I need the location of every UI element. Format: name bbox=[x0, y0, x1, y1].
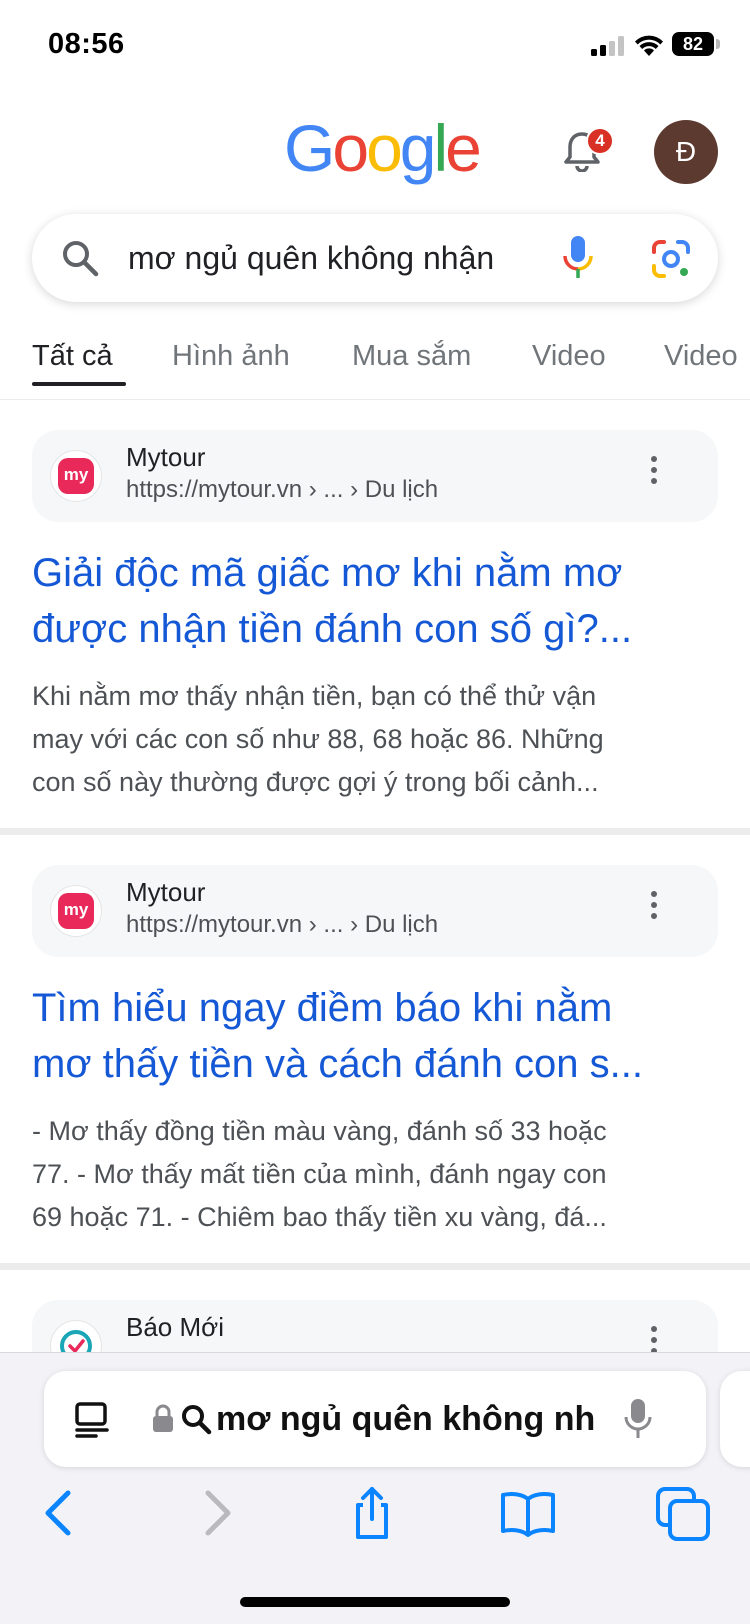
search-icon bbox=[63, 241, 99, 277]
tab-video-2[interactable]: Video bbox=[664, 340, 738, 373]
result-title-line[interactable]: mơ thấy tiền và cách đánh con s... bbox=[32, 1036, 722, 1092]
result-source[interactable]: my Mytour https://mytour.vn › ... › Du l… bbox=[32, 865, 718, 957]
voice-search-icon[interactable] bbox=[560, 234, 596, 282]
lock-icon bbox=[153, 1404, 173, 1432]
logo-letter: o bbox=[332, 111, 369, 185]
result-source[interactable]: my Mytour https://mytour.vn › ... › Du l… bbox=[32, 430, 718, 522]
snippet-line: con số này thường được gợi ý trong bối c… bbox=[32, 767, 599, 797]
more-options-icon[interactable] bbox=[648, 891, 660, 931]
more-options-icon[interactable] bbox=[648, 456, 660, 496]
logo-letter: e bbox=[445, 111, 482, 185]
site-name: Mytour bbox=[126, 877, 206, 907]
result-title-line[interactable]: Giải độc mã giấc mơ khi nằm mơ bbox=[32, 545, 722, 601]
result-divider bbox=[0, 1263, 750, 1270]
logo-letter: o bbox=[366, 111, 403, 185]
mytour-logo: my bbox=[58, 458, 94, 494]
back-icon[interactable] bbox=[30, 1485, 90, 1541]
tab-all[interactable]: Tất cả bbox=[32, 340, 113, 373]
result-snippet: Khi nằm mơ thấy nhận tiền, bạn có thể th… bbox=[32, 675, 722, 804]
tab-video[interactable]: Video bbox=[532, 340, 606, 373]
site-name: Báo Mới bbox=[126, 1312, 224, 1342]
forward-icon[interactable] bbox=[186, 1485, 246, 1541]
snippet-line: - Mơ thấy đồng tiền màu vàng, đánh số 33… bbox=[32, 1116, 607, 1146]
google-lens-icon[interactable] bbox=[650, 238, 692, 280]
microphone-icon[interactable] bbox=[622, 1397, 654, 1441]
notification-badge: 4 bbox=[586, 127, 614, 155]
snippet-line: 69 hoặc 71. - Chiêm bao thấy tiền xu vàn… bbox=[32, 1202, 607, 1232]
battery-cap bbox=[716, 39, 720, 49]
page-menu-icon[interactable] bbox=[74, 1401, 110, 1439]
wifi-icon bbox=[635, 35, 663, 56]
battery-indicator: 82 bbox=[672, 32, 714, 56]
result-title-line[interactable]: được nhận tiền đánh con số gì?... bbox=[32, 601, 722, 657]
share-icon[interactable] bbox=[342, 1485, 402, 1541]
result-divider bbox=[0, 828, 750, 835]
search-input[interactable]: mơ ngủ quên không nhận bbox=[128, 238, 558, 278]
logo-letter: g bbox=[399, 111, 437, 185]
tab-images[interactable]: Hình ảnh bbox=[172, 340, 290, 373]
search-icon bbox=[182, 1405, 212, 1435]
google-logo[interactable]: Google bbox=[284, 110, 482, 186]
site-url: https://mytour.vn › ... › Du lịch bbox=[126, 911, 439, 938]
tabs-icon[interactable] bbox=[654, 1485, 714, 1541]
logo-letter: l bbox=[433, 111, 449, 185]
logo-letter: G bbox=[284, 111, 335, 185]
mytour-logo: my bbox=[58, 893, 94, 929]
site-favicon: my bbox=[50, 885, 102, 937]
status-time: 08:56 bbox=[48, 28, 125, 60]
result-title-line[interactable]: Tìm hiểu ngay điềm báo khi nằm bbox=[32, 980, 722, 1036]
result-title[interactable]: Giải độc mã giấc mơ khi nằm mơ được nhận… bbox=[32, 545, 722, 657]
site-url: https://mytour.vn › ... › Du lịch bbox=[126, 476, 439, 503]
snippet-line: 77. - Mơ thấy mất tiền của mình, đánh ng… bbox=[32, 1159, 607, 1189]
next-tab-preview[interactable] bbox=[720, 1371, 750, 1467]
tab-shopping[interactable]: Mua sắm bbox=[352, 340, 471, 373]
status-bar: 08:56 82 bbox=[0, 0, 750, 90]
snippet-line: may với các con số như 88, 68 hoặc 86. N… bbox=[32, 724, 604, 754]
site-favicon: my bbox=[50, 450, 102, 502]
address-bar[interactable]: mơ ngủ quên không nh bbox=[44, 1371, 706, 1467]
result-title[interactable]: Tìm hiểu ngay điềm báo khi nằm mơ thấy t… bbox=[32, 980, 722, 1092]
account-avatar[interactable]: Đ bbox=[654, 120, 718, 184]
active-tab-indicator bbox=[32, 382, 126, 386]
search-tabs: Tất cả Hình ảnh Mua sắm Video Video bbox=[0, 328, 750, 400]
result-snippet: - Mơ thấy đồng tiền màu vàng, đánh số 33… bbox=[32, 1110, 722, 1239]
snippet-line: Khi nằm mơ thấy nhận tiền, bạn có thể th… bbox=[32, 681, 597, 711]
home-indicator bbox=[240, 1597, 510, 1607]
address-text[interactable]: mơ ngủ quên không nh bbox=[216, 1397, 616, 1441]
bookmarks-icon[interactable] bbox=[498, 1485, 558, 1541]
cellular-signal-icon bbox=[591, 36, 624, 56]
search-box[interactable]: mơ ngủ quên không nhận bbox=[32, 214, 718, 302]
site-name: Mytour bbox=[126, 442, 206, 472]
browser-toolbar: mơ ngủ quên không nh bbox=[0, 1352, 750, 1624]
